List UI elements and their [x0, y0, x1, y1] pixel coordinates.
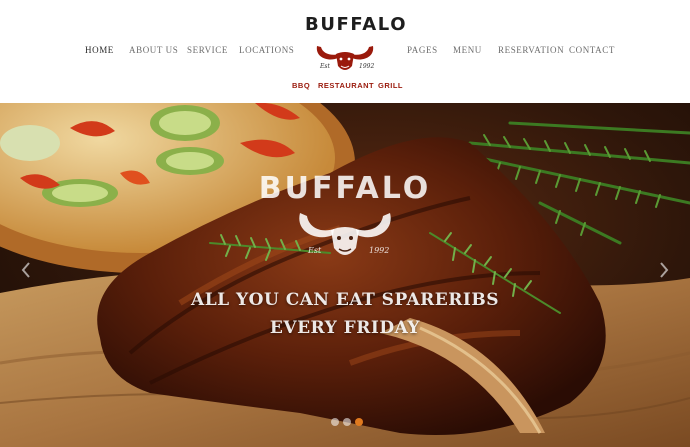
nav-reservation[interactable]: RESERVATION: [498, 45, 564, 55]
slider-next-button[interactable]: [656, 259, 672, 281]
nav-menu[interactable]: MENU: [453, 45, 482, 55]
tagline-restaurant: RESTAURANT: [318, 81, 375, 90]
nav-about-us[interactable]: ABOUT US: [129, 45, 178, 55]
chevron-right-icon: [660, 262, 669, 278]
site-logo[interactable]: BUFFALO Est 1992: [305, 14, 406, 74]
logo-est: Est: [320, 63, 330, 70]
hero-headline-line-2: EVERY FRIDAY: [269, 318, 421, 338]
nav-pages[interactable]: PAGES: [407, 45, 438, 55]
tagline-bbq: BBQ: [292, 81, 311, 90]
logo-year: 1992: [359, 63, 375, 70]
site-header: HOME ABOUT US SERVICE LOCATIONS BUFFALO …: [0, 0, 690, 103]
slider-prev-button[interactable]: [18, 259, 34, 281]
hero-brand-wordmark: BUFFALO: [258, 171, 432, 206]
chevron-left-icon: [21, 262, 30, 278]
nav-locations[interactable]: LOCATIONS: [239, 45, 294, 55]
tagline-grill: GRILL: [378, 81, 403, 90]
nav-contact[interactable]: CONTACT: [569, 45, 615, 55]
hero-background-image: [0, 103, 690, 447]
hero-headline-line-1: ALL YOU CAN EAT SPARERIBS: [191, 290, 499, 310]
slider-dot-2[interactable]: [343, 418, 351, 426]
hero-est: Est: [308, 246, 322, 255]
hero-year: 1992: [369, 246, 390, 255]
slider-dot-1[interactable]: [331, 418, 339, 426]
hero-buffalo-head-icon: [299, 213, 391, 255]
nav-home[interactable]: HOME: [85, 45, 114, 55]
hero-slider: BUFFALO Est 1992 ALL YOU CAN EAT SPARERI…: [0, 103, 690, 447]
nav-service[interactable]: SERVICE: [187, 45, 228, 55]
slider-dot-3[interactable]: [355, 418, 363, 426]
